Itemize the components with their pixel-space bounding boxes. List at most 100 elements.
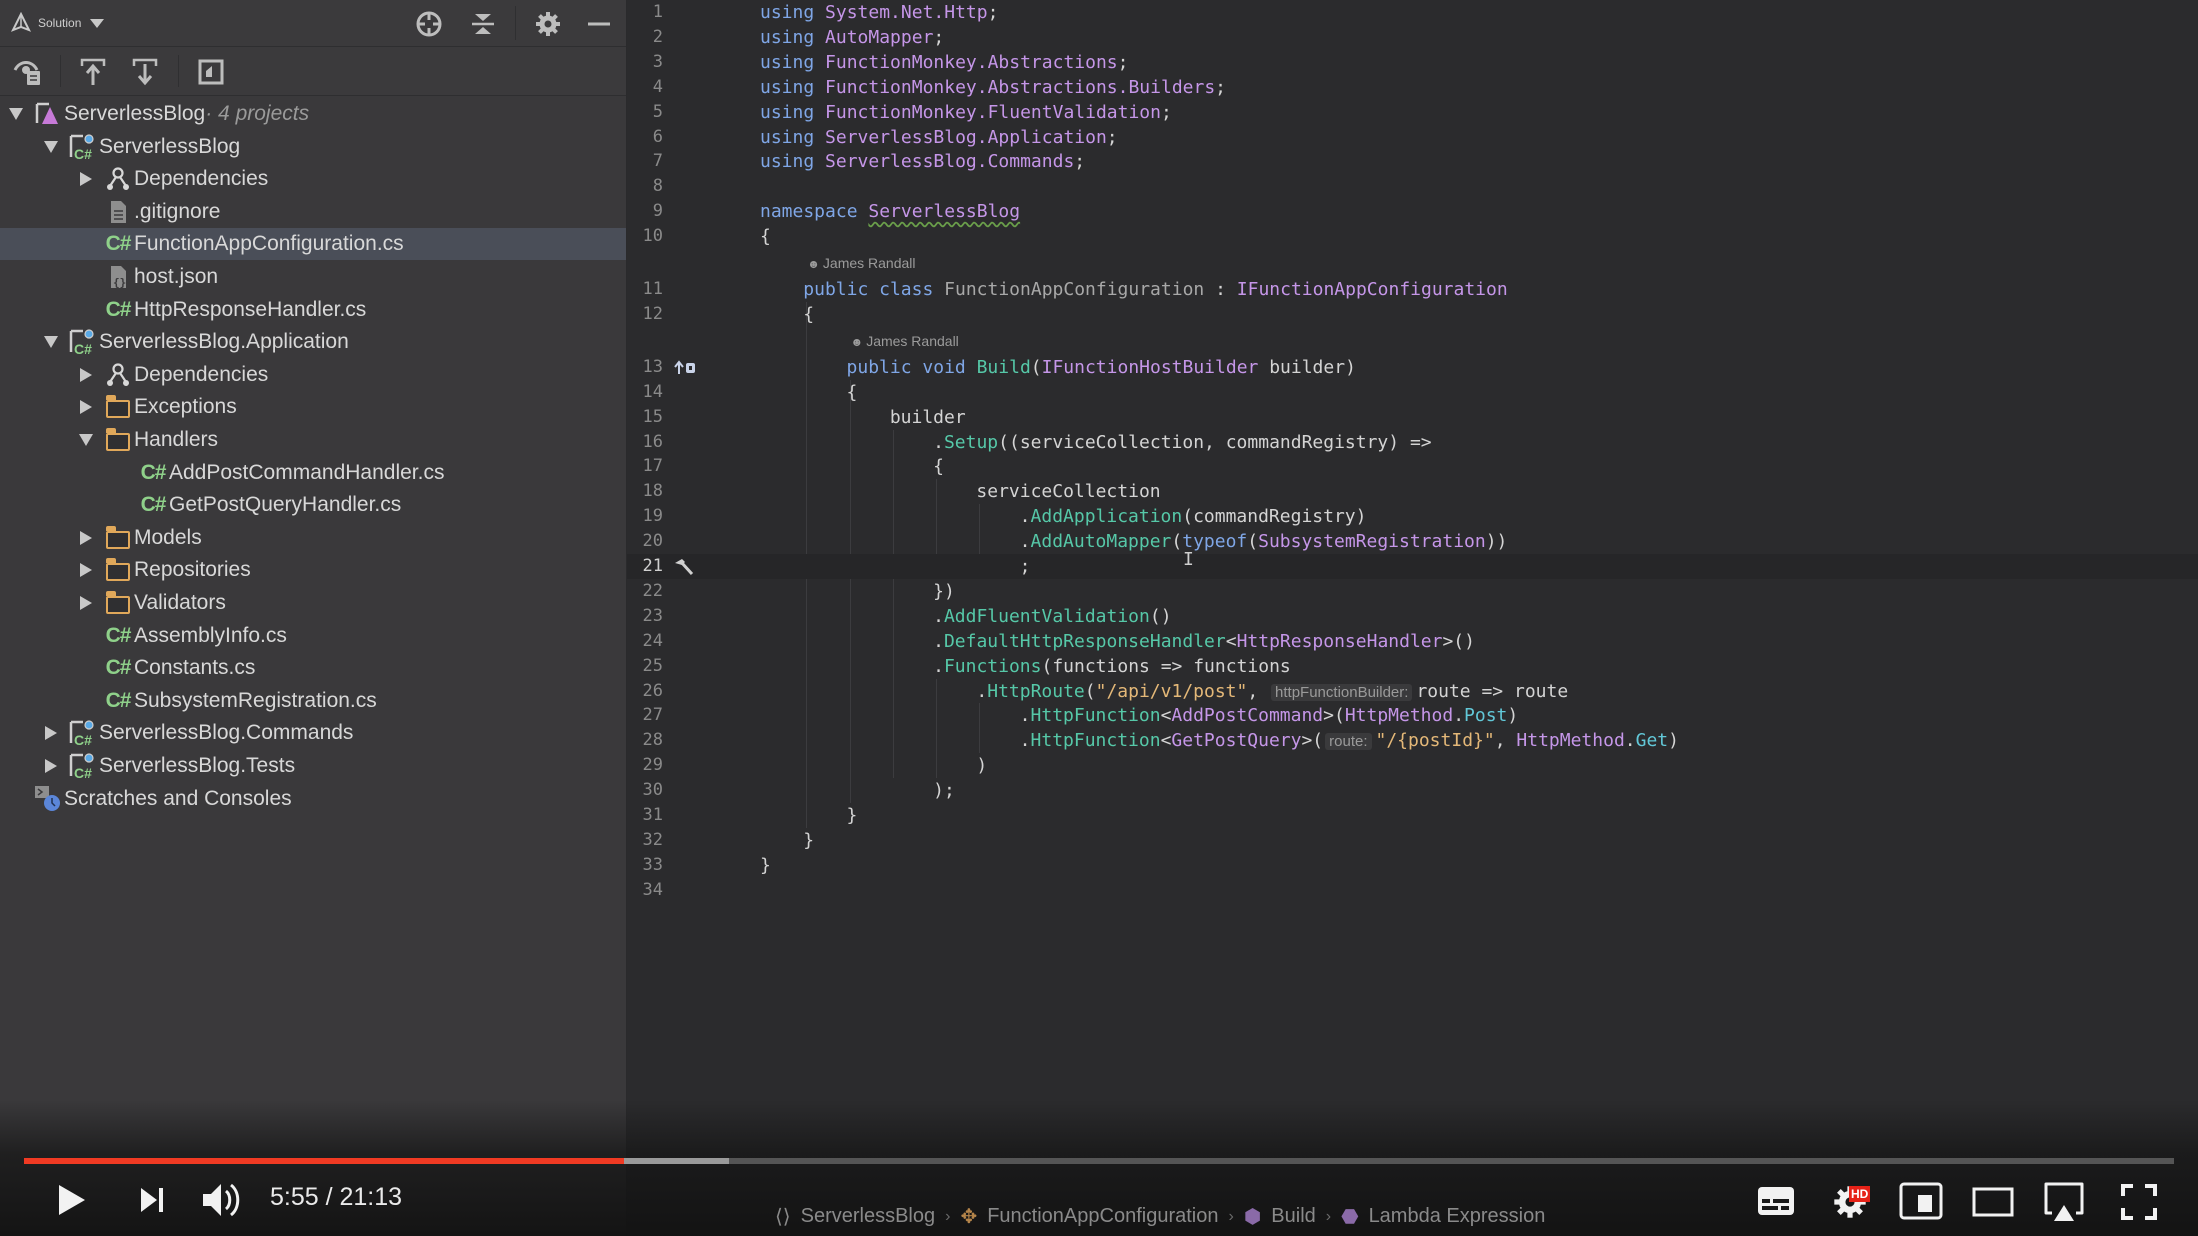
code-line[interactable]: 23 .AddFluentValidation()	[627, 604, 2198, 629]
chevron-down-icon[interactable]	[88, 14, 106, 32]
tree-item[interactable]: {} host.json	[0, 261, 626, 293]
code-line[interactable]: 27 .HttpFunction<AddPostCommand>(HttpMeth…	[627, 703, 2198, 728]
code-line[interactable]: 10 {	[627, 224, 2198, 249]
code-lens-author[interactable]: ☻ James Randall	[851, 329, 959, 353]
collapsed-arrow-icon[interactable]	[78, 595, 94, 611]
tree-item[interactable]: Handlers	[0, 424, 626, 456]
expanded-arrow-icon[interactable]	[78, 432, 94, 448]
expanded-arrow-icon[interactable]	[43, 139, 59, 155]
code-line[interactable]: 31}	[627, 803, 2198, 828]
airplay-button[interactable]	[2040, 1180, 2088, 1224]
solution-icon[interactable]	[9, 11, 33, 35]
code-lens-author[interactable]: ☻ James Randall	[807, 251, 915, 275]
code-line[interactable]: 29)	[627, 753, 2198, 778]
tree-item[interactable]: Dependencies	[0, 163, 626, 195]
tree-item[interactable]: Dependencies	[0, 359, 626, 391]
code-line[interactable]: 1 using System.Net.Http;	[627, 0, 2198, 25]
expanded-arrow-icon[interactable]	[43, 334, 59, 350]
collapsed-arrow-icon[interactable]	[78, 530, 94, 546]
locate-icon[interactable]	[414, 9, 444, 39]
collapsed-arrow-icon[interactable]	[78, 562, 94, 578]
volume-button[interactable]	[200, 1180, 244, 1220]
code-line[interactable]: 28 .HttpFunction<GetPostQuery>(route: "/{p…	[627, 728, 2198, 753]
code-line[interactable]: 34	[627, 878, 2198, 903]
code-line[interactable]: 5 using FunctionMonkey.FluentValidation;	[627, 100, 2198, 125]
code-line[interactable]: 9 namespace ServerlessBlog	[627, 199, 2198, 224]
gear-icon[interactable]	[533, 9, 563, 39]
play-button[interactable]	[52, 1180, 92, 1220]
code-line[interactable]: 25 .Functions(functions => functions	[627, 654, 2198, 679]
code-line[interactable]: 22})	[627, 579, 2198, 604]
code-line[interactable]: 8	[627, 174, 2198, 199]
tree-item[interactable]: C# ServerlessBlog.Commands	[0, 717, 626, 749]
tree-item[interactable]: C# Constants.cs	[0, 652, 626, 684]
implements-icon[interactable]	[673, 355, 697, 380]
breadcrumb-item[interactable]: FunctionAppConfiguration	[987, 1205, 1218, 1228]
code-line[interactable]: 13 public void Build(IFunctionHostBuilder…	[627, 355, 2198, 380]
fullscreen-button[interactable]	[2118, 1182, 2160, 1222]
breadcrumb-item[interactable]: ServerlessBlog	[801, 1205, 936, 1228]
code-line[interactable]: 11 public class FunctionAppConfiguration …	[627, 277, 2198, 302]
tree-item[interactable]: Repositories	[0, 554, 626, 586]
tree-item-label: HttpResponseHandler.cs	[134, 297, 367, 321]
tree-item[interactable]: C# ServerlessBlog	[0, 131, 626, 163]
solution-explorer: Solution ServerlessBlog · 4 projects C# …	[0, 0, 627, 1236]
code-line[interactable]: 6 using ServerlessBlog.Application;	[627, 125, 2198, 150]
tree-item[interactable]: ServerlessBlog · 4 projects	[0, 98, 626, 130]
code-line[interactable]: 17 {	[627, 454, 2198, 479]
tree-item[interactable]: C# SubsystemRegistration.cs	[0, 685, 626, 717]
collapse-all-icon[interactable]	[468, 9, 498, 39]
code-line[interactable]: 24 .DefaultHttpResponseHandler<HttpRespon…	[627, 629, 2198, 654]
code-line[interactable]: 18 serviceCollection	[627, 479, 2198, 504]
code-line[interactable]: 3 using FunctionMonkey.Abstractions;	[627, 50, 2198, 75]
tree-item[interactable]: C# FunctionAppConfiguration.cs	[0, 228, 626, 261]
code-line[interactable]: 26 .HttpRoute("/api/v1/post", httpFunctio…	[627, 679, 2198, 704]
code-editor[interactable]: 1 using System.Net.Http; 2 using AutoMapper…	[627, 0, 2198, 1236]
show-files-icon[interactable]	[12, 57, 44, 87]
code-line[interactable]: 33}	[627, 853, 2198, 878]
code-line[interactable]: 21;	[627, 554, 2198, 579]
code-line[interactable]: 15 builder	[627, 405, 2198, 430]
code-line[interactable]: 32}	[627, 828, 2198, 853]
code-line[interactable]: 20 .AddAutoMapper(typeof(SubsystemRegistr…	[627, 529, 2198, 554]
collapsed-arrow-icon[interactable]	[43, 758, 59, 774]
minimize-icon[interactable]	[584, 9, 614, 39]
tree-item[interactable]: C# AddPostCommandHandler.cs	[0, 457, 626, 489]
code-text: .DefaultHttpResponseHandler<HttpResponse…	[933, 629, 1475, 654]
code-line[interactable]: 12 {	[627, 302, 2198, 327]
code-line[interactable]: 2 using AutoMapper;	[627, 25, 2198, 50]
preview-icon[interactable]	[196, 57, 226, 87]
tree-item[interactable]: C# GetPostQueryHandler.cs	[0, 489, 626, 521]
theater-mode-button[interactable]	[1970, 1184, 2016, 1220]
scroll-from-source-icon[interactable]	[78, 57, 108, 87]
tree-item[interactable]: C# HttpResponseHandler.cs	[0, 294, 626, 326]
code-line[interactable]: 7 using ServerlessBlog.Commands;	[627, 149, 2198, 174]
collapsed-arrow-icon[interactable]	[78, 171, 94, 187]
code-line[interactable]: 4 using FunctionMonkey.Abstractions.Build…	[627, 75, 2198, 100]
breadcrumb-item[interactable]: Lambda Expression	[1369, 1205, 1546, 1228]
next-button[interactable]	[132, 1182, 172, 1218]
collapsed-arrow-icon[interactable]	[78, 367, 94, 383]
progress-bar[interactable]	[24, 1158, 2174, 1164]
code-line[interactable]: 19 .AddApplication(commandRegistry)	[627, 504, 2198, 529]
tree-item[interactable]: Models	[0, 522, 626, 554]
miniplayer-button[interactable]	[1898, 1181, 1944, 1221]
expanded-arrow-icon[interactable]	[8, 106, 24, 122]
tree-item[interactable]: C# AssemblyInfo.cs	[0, 620, 626, 652]
tree-item[interactable]: C# ServerlessBlog.Tests	[0, 750, 626, 782]
collapsed-arrow-icon[interactable]	[43, 725, 59, 741]
subtitles-button[interactable]	[1756, 1184, 1796, 1218]
breadcrumb-item[interactable]: Build	[1271, 1205, 1315, 1228]
code-line[interactable]: 16 .Setup((serviceCollection, commandRegi…	[627, 430, 2198, 455]
code-line[interactable]: 14 {	[627, 380, 2198, 405]
code-line[interactable]: 30);	[627, 778, 2198, 803]
tree-item[interactable]: C# ServerlessBlog.Application	[0, 326, 626, 358]
scroll-to-source-icon[interactable]	[130, 57, 160, 87]
tree-item[interactable]: .gitignore	[0, 196, 626, 228]
tree-item[interactable]: Scratches and Consoles	[0, 783, 626, 815]
hammer-icon[interactable]	[673, 554, 695, 579]
collapsed-arrow-icon[interactable]	[78, 399, 94, 415]
solution-view-label[interactable]: Solution	[38, 16, 81, 30]
tree-item[interactable]: Exceptions	[0, 391, 626, 423]
tree-item[interactable]: Validators	[0, 587, 626, 619]
